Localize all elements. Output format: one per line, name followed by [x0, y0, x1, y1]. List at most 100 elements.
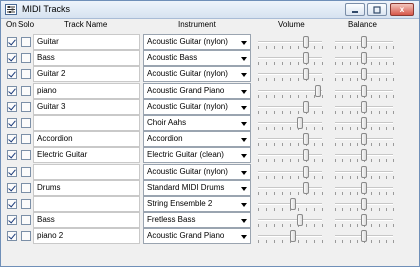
maximize-button[interactable] [367, 3, 387, 16]
track-name-input[interactable]: Guitar 2 [33, 66, 140, 83]
slider-thumb[interactable] [361, 117, 367, 129]
on-checkbox[interactable] [7, 69, 17, 80]
track-name-input[interactable]: piano 2 [33, 228, 140, 245]
solo-checkbox[interactable] [21, 166, 31, 177]
slider-thumb[interactable] [303, 149, 309, 162]
slider-thumb[interactable] [296, 117, 303, 129]
instrument-select[interactable]: Acoustic Guitar (nylon) [143, 98, 251, 115]
track-name-input[interactable]: Guitar 3 [33, 98, 140, 115]
solo-checkbox[interactable] [21, 85, 31, 96]
balance-slider[interactable] [335, 115, 394, 131]
track-name-input[interactable] [33, 115, 140, 131]
volume-slider[interactable] [258, 83, 323, 99]
instrument-select[interactable]: Accordion [143, 131, 251, 148]
track-name-input[interactable]: Bass [33, 212, 140, 229]
track-name-input[interactable] [33, 196, 140, 212]
minimize-button[interactable] [345, 3, 365, 16]
balance-slider[interactable] [335, 180, 394, 196]
balance-slider[interactable] [335, 228, 394, 244]
on-checkbox[interactable] [7, 231, 17, 242]
solo-checkbox[interactable] [21, 37, 31, 47]
balance-slider[interactable] [335, 212, 394, 228]
solo-checkbox[interactable] [21, 53, 31, 64]
track-name-input[interactable]: piano [33, 82, 140, 99]
instrument-select[interactable]: Fretless Bass [143, 212, 251, 229]
on-checkbox[interactable] [7, 118, 17, 128]
solo-checkbox[interactable] [21, 199, 31, 209]
track-name-input[interactable]: Accordion [33, 131, 140, 148]
slider-thumb[interactable] [361, 36, 367, 48]
on-checkbox[interactable] [7, 182, 17, 193]
volume-slider[interactable] [258, 131, 323, 147]
volume-slider[interactable] [258, 147, 323, 163]
balance-slider[interactable] [335, 147, 394, 163]
balance-slider[interactable] [335, 196, 394, 212]
volume-slider[interactable] [258, 115, 323, 131]
slider-thumb[interactable] [361, 133, 367, 146]
volume-slider[interactable] [258, 180, 323, 196]
instrument-select[interactable]: Acoustic Bass [143, 50, 251, 67]
instrument-select[interactable]: Acoustic Grand Piano [143, 228, 251, 245]
solo-checkbox[interactable] [21, 215, 31, 226]
balance-slider[interactable] [335, 83, 394, 99]
instrument-select[interactable]: Standard MIDI Drums [143, 179, 251, 196]
volume-slider[interactable] [258, 34, 323, 50]
solo-checkbox[interactable] [21, 134, 31, 145]
volume-slider[interactable] [258, 99, 323, 115]
on-checkbox[interactable] [7, 199, 17, 209]
instrument-select[interactable]: Acoustic Guitar (nylon) [143, 34, 251, 50]
instrument-select[interactable]: String Ensemble 2 [143, 196, 251, 212]
volume-slider[interactable] [258, 196, 323, 212]
volume-slider[interactable] [258, 50, 323, 66]
on-checkbox[interactable] [7, 150, 17, 161]
solo-checkbox[interactable] [21, 182, 31, 193]
close-button[interactable]: x [390, 3, 414, 16]
slider-thumb[interactable] [303, 36, 309, 48]
on-checkbox[interactable] [7, 53, 17, 64]
instrument-select[interactable]: Choir Aahs [143, 115, 251, 131]
slider-thumb[interactable] [303, 181, 309, 194]
slider-thumb[interactable] [303, 52, 309, 65]
balance-slider[interactable] [335, 34, 394, 50]
balance-slider[interactable] [335, 164, 394, 180]
slider-thumb[interactable] [303, 133, 309, 146]
slider-thumb[interactable] [361, 68, 367, 81]
instrument-select[interactable]: Acoustic Guitar (nylon) [143, 163, 251, 180]
on-checkbox[interactable] [7, 215, 17, 226]
slider-thumb[interactable] [303, 100, 309, 113]
slider-thumb[interactable] [290, 230, 297, 243]
solo-checkbox[interactable] [21, 69, 31, 80]
track-name-input[interactable] [33, 163, 140, 180]
balance-slider[interactable] [335, 131, 394, 147]
balance-slider[interactable] [335, 50, 394, 66]
slider-thumb[interactable] [361, 149, 367, 162]
volume-slider[interactable] [258, 66, 323, 82]
volume-slider[interactable] [258, 228, 323, 244]
on-checkbox[interactable] [7, 37, 17, 47]
volume-slider[interactable] [258, 212, 323, 228]
slider-thumb[interactable] [303, 165, 309, 178]
instrument-select[interactable]: Acoustic Grand Piano [143, 82, 251, 99]
instrument-select[interactable]: Acoustic Guitar (nylon) [143, 66, 251, 83]
track-name-input[interactable]: Drums [33, 179, 140, 196]
slider-thumb[interactable] [361, 52, 367, 65]
instrument-select[interactable]: Electric Guitar (clean) [143, 147, 251, 164]
title-bar[interactable]: MIDI Tracks x [1, 1, 419, 19]
track-name-input[interactable]: Electric Guitar [33, 147, 140, 164]
slider-thumb[interactable] [361, 100, 367, 113]
slider-thumb[interactable] [361, 230, 367, 243]
solo-checkbox[interactable] [21, 150, 31, 161]
track-name-input[interactable]: Guitar [33, 34, 140, 50]
solo-checkbox[interactable] [21, 101, 31, 112]
solo-checkbox[interactable] [21, 231, 31, 242]
slider-thumb[interactable] [290, 198, 297, 210]
on-checkbox[interactable] [7, 134, 17, 145]
track-name-input[interactable]: Bass [33, 50, 140, 67]
slider-thumb[interactable] [361, 84, 367, 97]
on-checkbox[interactable] [7, 101, 17, 112]
on-checkbox[interactable] [7, 166, 17, 177]
slider-thumb[interactable] [361, 214, 367, 227]
on-checkbox[interactable] [7, 85, 17, 96]
slider-thumb[interactable] [314, 84, 321, 97]
slider-thumb[interactable] [361, 198, 367, 210]
